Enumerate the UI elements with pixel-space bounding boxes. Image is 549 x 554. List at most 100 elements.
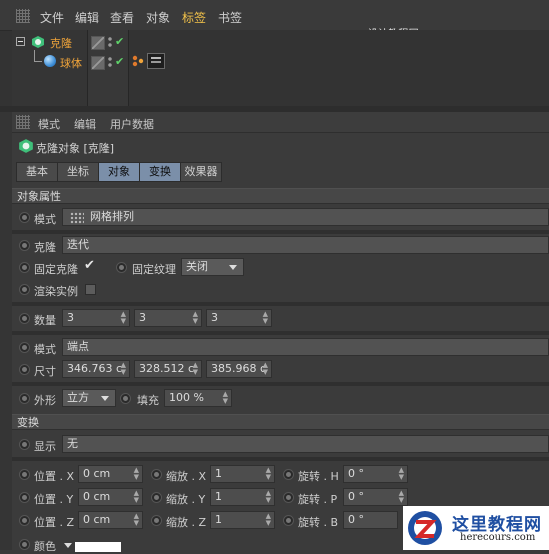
count-y-field[interactable]: 3 ▲ ▼ <box>134 309 202 327</box>
spinner-icon[interactable]: ▲ ▼ <box>263 362 268 376</box>
animate-radio[interactable] <box>151 469 162 480</box>
count-z-field[interactable]: 3 ▲ ▼ <box>206 309 272 327</box>
am-menu-mode[interactable]: 模式 <box>38 116 60 132</box>
divider <box>12 230 549 234</box>
animate-radio[interactable] <box>19 393 30 404</box>
object-tags-column <box>129 30 549 106</box>
object-name-cloner[interactable]: 克隆 <box>50 35 72 51</box>
shape-label: 外形 <box>34 394 56 407</box>
phong-tag-icon[interactable] <box>132 55 144 67</box>
am-menu-edit[interactable]: 编辑 <box>74 116 96 132</box>
size-z-field[interactable]: 385.968 c ▲ ▼ <box>206 360 272 378</box>
fill-field[interactable]: 100 % ▲ ▼ <box>164 389 232 407</box>
mode-dropdown[interactable]: 网格排列 <box>62 208 549 226</box>
spinner-icon[interactable]: ▲ ▼ <box>266 467 271 481</box>
spinner-icon[interactable]: ▲ ▼ <box>134 513 139 527</box>
spinner-icon[interactable]: ▲ ▼ <box>193 362 198 376</box>
enabled-check-icon[interactable]: ✔ <box>115 55 124 68</box>
animate-radio[interactable] <box>151 492 162 503</box>
shape-dropdown[interactable]: 立方 <box>62 389 116 407</box>
spinner-icon[interactable]: ▲ ▼ <box>263 311 268 325</box>
scale-y-field[interactable]: 1 ▲ ▼ <box>210 488 275 506</box>
menu-file[interactable]: 文件 <box>40 9 64 26</box>
animate-radio[interactable] <box>19 212 30 223</box>
clone-dropdown[interactable]: 迭代 <box>62 236 549 254</box>
count-x-field[interactable]: 3 ▲ ▼ <box>62 309 130 327</box>
size-x-field[interactable]: 346.763 c ▲ ▼ <box>62 360 130 378</box>
position-x-field[interactable]: 0 cm ▲ ▼ <box>78 465 143 483</box>
animate-radio[interactable] <box>283 515 294 526</box>
tab-object[interactable]: 对象 <box>98 162 140 182</box>
mode2-dropdown[interactable]: 端点 <box>62 338 549 356</box>
animate-radio[interactable] <box>19 342 30 353</box>
position-z-field[interactable]: 0 cm ▲ ▼ <box>78 511 143 529</box>
chevron-down-icon[interactable] <box>64 543 72 548</box>
animate-radio[interactable] <box>19 469 30 480</box>
count-label: 数量 <box>34 314 56 327</box>
menu-view[interactable]: 查看 <box>110 9 134 26</box>
fix-clone-checkbox[interactable]: ✔ <box>84 258 95 273</box>
tab-basic[interactable]: 基本 <box>16 162 58 182</box>
editor-visibility-icon[interactable] <box>91 56 105 70</box>
section-object-properties: 对象属性 <box>12 188 549 204</box>
spinner-icon[interactable]: ▲ ▼ <box>266 513 271 527</box>
tab-coord[interactable]: 坐标 <box>57 162 99 182</box>
divider <box>12 302 549 306</box>
spinner-icon[interactable]: ▲ ▼ <box>134 467 139 481</box>
object-name-sphere[interactable]: 球体 <box>60 55 82 71</box>
rotation-p-field[interactable]: 0 ° ▲ ▼ <box>343 488 408 506</box>
menu-tags[interactable]: 标签 <box>182 9 206 26</box>
editor-visibility-icon[interactable] <box>91 36 105 50</box>
spinner-icon[interactable]: ▲ ▼ <box>193 311 198 325</box>
animate-radio[interactable] <box>116 262 127 273</box>
grip-icon[interactable] <box>16 9 30 23</box>
animate-radio[interactable] <box>19 262 30 273</box>
animate-radio[interactable] <box>19 439 30 450</box>
spinner-icon[interactable]: ▲ ▼ <box>266 490 271 504</box>
color-swatch[interactable] <box>75 542 121 552</box>
spinner-icon[interactable]: ▲ ▼ <box>223 391 228 405</box>
chevron-down-icon <box>229 265 237 270</box>
animate-radio[interactable] <box>151 515 162 526</box>
animate-radio[interactable] <box>19 284 30 295</box>
menu-edit[interactable]: 编辑 <box>75 9 99 26</box>
cloner-icon <box>18 138 34 154</box>
rotation-b-field[interactable]: 0 ° <box>343 511 398 529</box>
am-menu-user-data[interactable]: 用户数据 <box>110 116 154 132</box>
display-dropdown[interactable]: 无 <box>62 435 549 453</box>
scale-x-field[interactable]: 1 ▲ ▼ <box>210 465 275 483</box>
size-label: 尺寸 <box>34 365 56 378</box>
material-tag-icon[interactable] <box>147 53 165 69</box>
spinner-icon[interactable]: ▲ ▼ <box>399 490 404 504</box>
animate-radio[interactable] <box>19 313 30 324</box>
menu-object[interactable]: 对象 <box>146 9 170 26</box>
collapse-toggle-icon[interactable] <box>16 37 25 46</box>
position-y-field[interactable]: 0 cm ▲ ▼ <box>78 488 143 506</box>
clone-label: 克隆 <box>34 241 56 254</box>
spinner-icon[interactable]: ▲ ▼ <box>121 311 126 325</box>
size-y-field[interactable]: 328.512 c ▲ ▼ <box>134 360 202 378</box>
menu-bookmarks[interactable]: 书签 <box>218 9 242 26</box>
mode2-value: 端点 <box>67 340 89 353</box>
tab-transform[interactable]: 变换 <box>139 162 181 182</box>
layer-dots-icon[interactable] <box>107 36 113 48</box>
spinner-icon[interactable]: ▲ ▼ <box>121 362 126 376</box>
spinner-icon[interactable]: ▲ ▼ <box>134 490 139 504</box>
spinner-icon[interactable]: ▲ ▼ <box>399 467 404 481</box>
animate-radio[interactable] <box>19 240 30 251</box>
animate-radio[interactable] <box>283 469 294 480</box>
enabled-check-icon[interactable]: ✔ <box>115 35 124 48</box>
animate-radio[interactable] <box>19 539 30 550</box>
animate-radio[interactable] <box>19 515 30 526</box>
tab-effectors[interactable]: 效果器 <box>180 162 222 182</box>
render-instances-checkbox[interactable] <box>85 284 96 295</box>
animate-radio[interactable] <box>283 492 294 503</box>
scale-z-field[interactable]: 1 ▲ ▼ <box>210 511 275 529</box>
animate-radio[interactable] <box>19 364 30 375</box>
animate-radio[interactable] <box>19 492 30 503</box>
layer-dots-icon[interactable] <box>107 56 113 68</box>
animate-radio[interactable] <box>120 393 131 404</box>
rotation-h-field[interactable]: 0 ° ▲ ▼ <box>343 465 408 483</box>
fix-texture-dropdown[interactable]: 关闭 <box>181 258 244 276</box>
grip-icon[interactable] <box>16 115 30 129</box>
